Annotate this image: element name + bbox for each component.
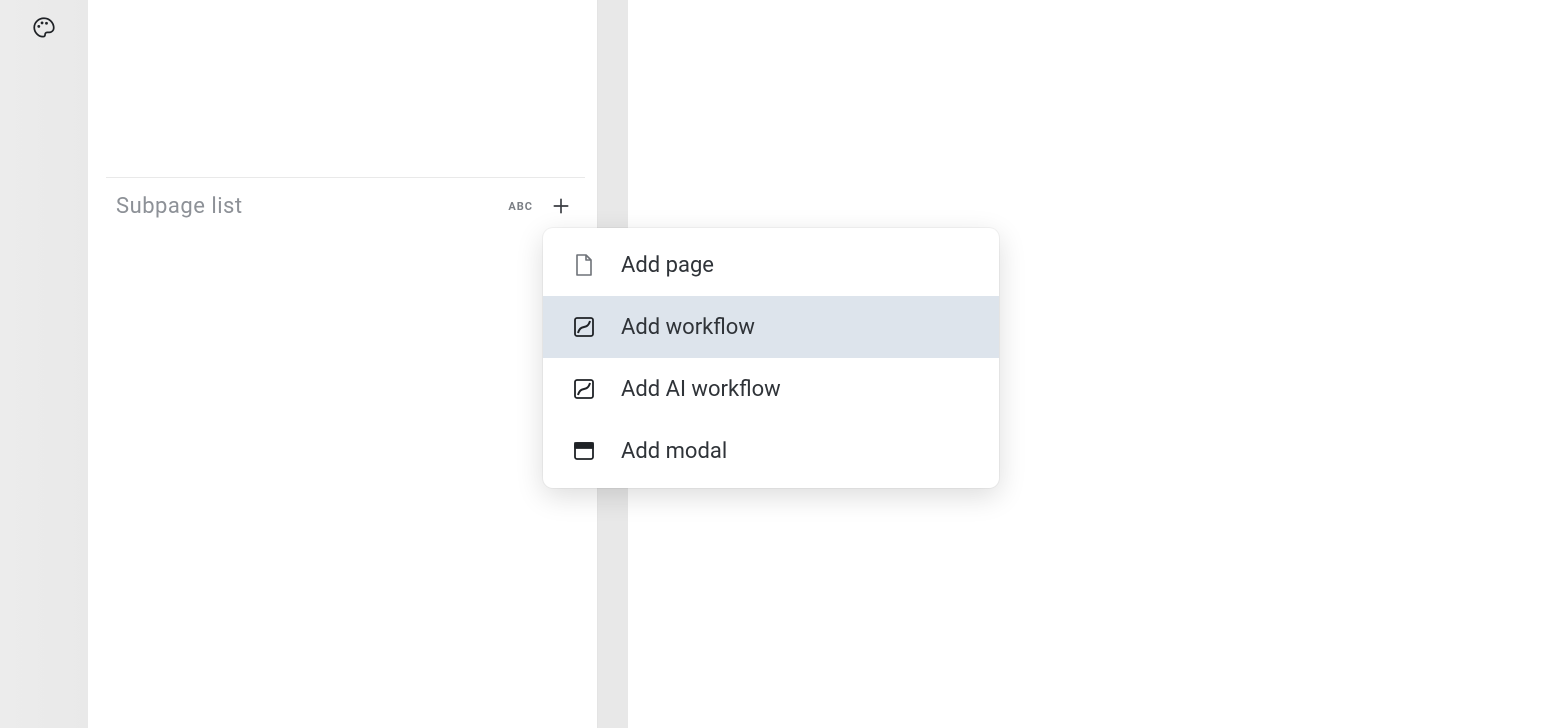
menu-item-add-modal[interactable]: Add modal <box>543 420 999 482</box>
side-panel: Subpage list ABC <box>88 0 598 728</box>
subpage-list-title: Subpage list <box>116 194 494 219</box>
menu-item-label: Add workflow <box>621 315 755 340</box>
page-icon <box>571 252 597 278</box>
panel-blank-area <box>106 0 585 178</box>
left-rail <box>0 0 88 728</box>
modal-icon <box>571 438 597 464</box>
workflow-icon <box>571 314 597 340</box>
add-menu-dropdown: Add page Add workflow Add AI workflow Ad… <box>543 228 999 488</box>
menu-item-add-workflow[interactable]: Add workflow <box>543 296 999 358</box>
subpage-list-header: Subpage list ABC <box>88 178 597 234</box>
palette-icon <box>31 15 57 41</box>
menu-item-label: Add AI workflow <box>621 377 781 402</box>
menu-item-add-page[interactable]: Add page <box>543 234 999 296</box>
plus-icon <box>551 196 571 216</box>
workflow-icon <box>571 376 597 402</box>
palette-button[interactable] <box>24 8 64 48</box>
menu-item-label: Add page <box>621 253 714 278</box>
menu-item-add-ai-workflow[interactable]: Add AI workflow <box>543 358 999 420</box>
sort-abc-button[interactable]: ABC <box>504 196 537 217</box>
menu-item-label: Add modal <box>621 439 727 464</box>
add-subpage-button[interactable] <box>547 192 575 220</box>
